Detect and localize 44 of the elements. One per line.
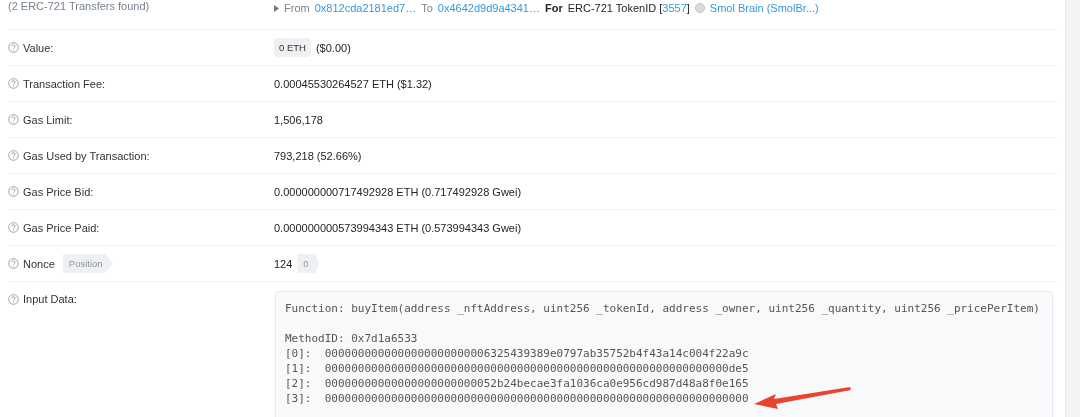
token-label: ERC-721 TokenID [ xyxy=(567,2,663,14)
field-label: Value: xyxy=(23,41,54,54)
field-label: Gas Price Bid: xyxy=(23,185,94,198)
field-value: 0.00045530264527 ETH ($1.32) xyxy=(274,77,432,90)
help-icon[interactable] xyxy=(8,78,19,89)
field-value: 793,218 (52.66%) xyxy=(274,149,362,162)
from-label: From xyxy=(284,2,310,14)
field-value: 124 xyxy=(274,257,293,270)
address-link[interactable]: 0x4642d9d9a4341… xyxy=(437,2,540,14)
help-icon[interactable] xyxy=(8,222,19,233)
caret-icon[interactable] xyxy=(274,4,279,12)
address-link[interactable]: 0x812cda2181ed7… xyxy=(314,2,417,14)
transfers-note: (2 ERC-721 Transfers found) xyxy=(8,0,150,12)
field-value: 0.000000000717492928 ETH (0.717492928 Gwei) xyxy=(274,185,522,198)
field-label: Gas Price Paid: xyxy=(23,221,100,234)
position-tag: Position xyxy=(62,254,113,273)
position-tag: 0 xyxy=(297,254,319,273)
field-label: Transaction Fee: xyxy=(23,77,106,90)
field-value: 1,506,178 xyxy=(274,113,323,126)
amount-badge: 0 ETH xyxy=(274,38,311,57)
code-line: Function: buyItem(address _nftAddress, uint256 _tokenId, address _owner, uint256 _quantity, uint256 _pricePerItem) xyxy=(285,301,1040,316)
help-icon[interactable] xyxy=(8,186,19,197)
field-label: Gas Used by Transaction: xyxy=(23,149,150,162)
code-line: [3]: 0000000000000000000000000000000000000000000000000000000000000000 xyxy=(285,391,749,406)
token-name-link[interactable]: Smol Brain (SmolBr...) xyxy=(709,2,819,14)
field-label: Gas Limit: xyxy=(23,113,73,126)
field-label: Nonce xyxy=(23,257,55,270)
help-icon[interactable] xyxy=(8,150,19,161)
field-value: ($0.00) xyxy=(315,41,351,54)
field-value: 0.000000000573994343 ETH (0.573994343 Gwei) xyxy=(274,221,522,234)
token-id-link[interactable]: 3557 xyxy=(662,2,687,14)
help-icon[interactable] xyxy=(8,258,19,269)
help-icon[interactable] xyxy=(8,114,19,125)
to-label: To xyxy=(421,2,433,14)
help-icon[interactable] xyxy=(8,293,19,305)
code-line: [2]: 00000000000000000000000052b24becae3fa1036ca0e956cd987d48a8f0e165 xyxy=(285,376,749,391)
for-label: For xyxy=(545,2,563,14)
code-line: [0]: 0000000000000000000000006325439389e0797ab35752b4f43a14c004f22a9c xyxy=(285,346,749,361)
bracket-text: ] xyxy=(686,2,690,14)
code-line: [1]: 0000000000000000000000000000000000000000000000000000000000000de5 xyxy=(285,361,749,376)
field-label: Input Data: xyxy=(23,293,77,305)
code-line: MethodID: 0x7d1a6533 xyxy=(285,331,418,346)
help-icon[interactable] xyxy=(8,42,19,53)
token-icon xyxy=(694,3,705,13)
